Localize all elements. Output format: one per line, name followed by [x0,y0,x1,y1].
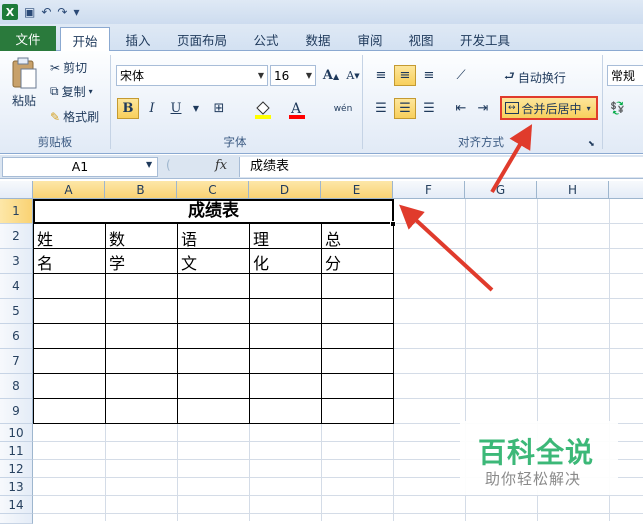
arrow-to-merge-button [490,124,533,194]
arrow-to-merged-cell [399,204,494,292]
watermark-subtitle: 助你轻松解决 [485,470,582,488]
watermark-title: 百科全说 [478,436,595,469]
watermark: 百科全说 助你轻松解决 [460,421,618,495]
